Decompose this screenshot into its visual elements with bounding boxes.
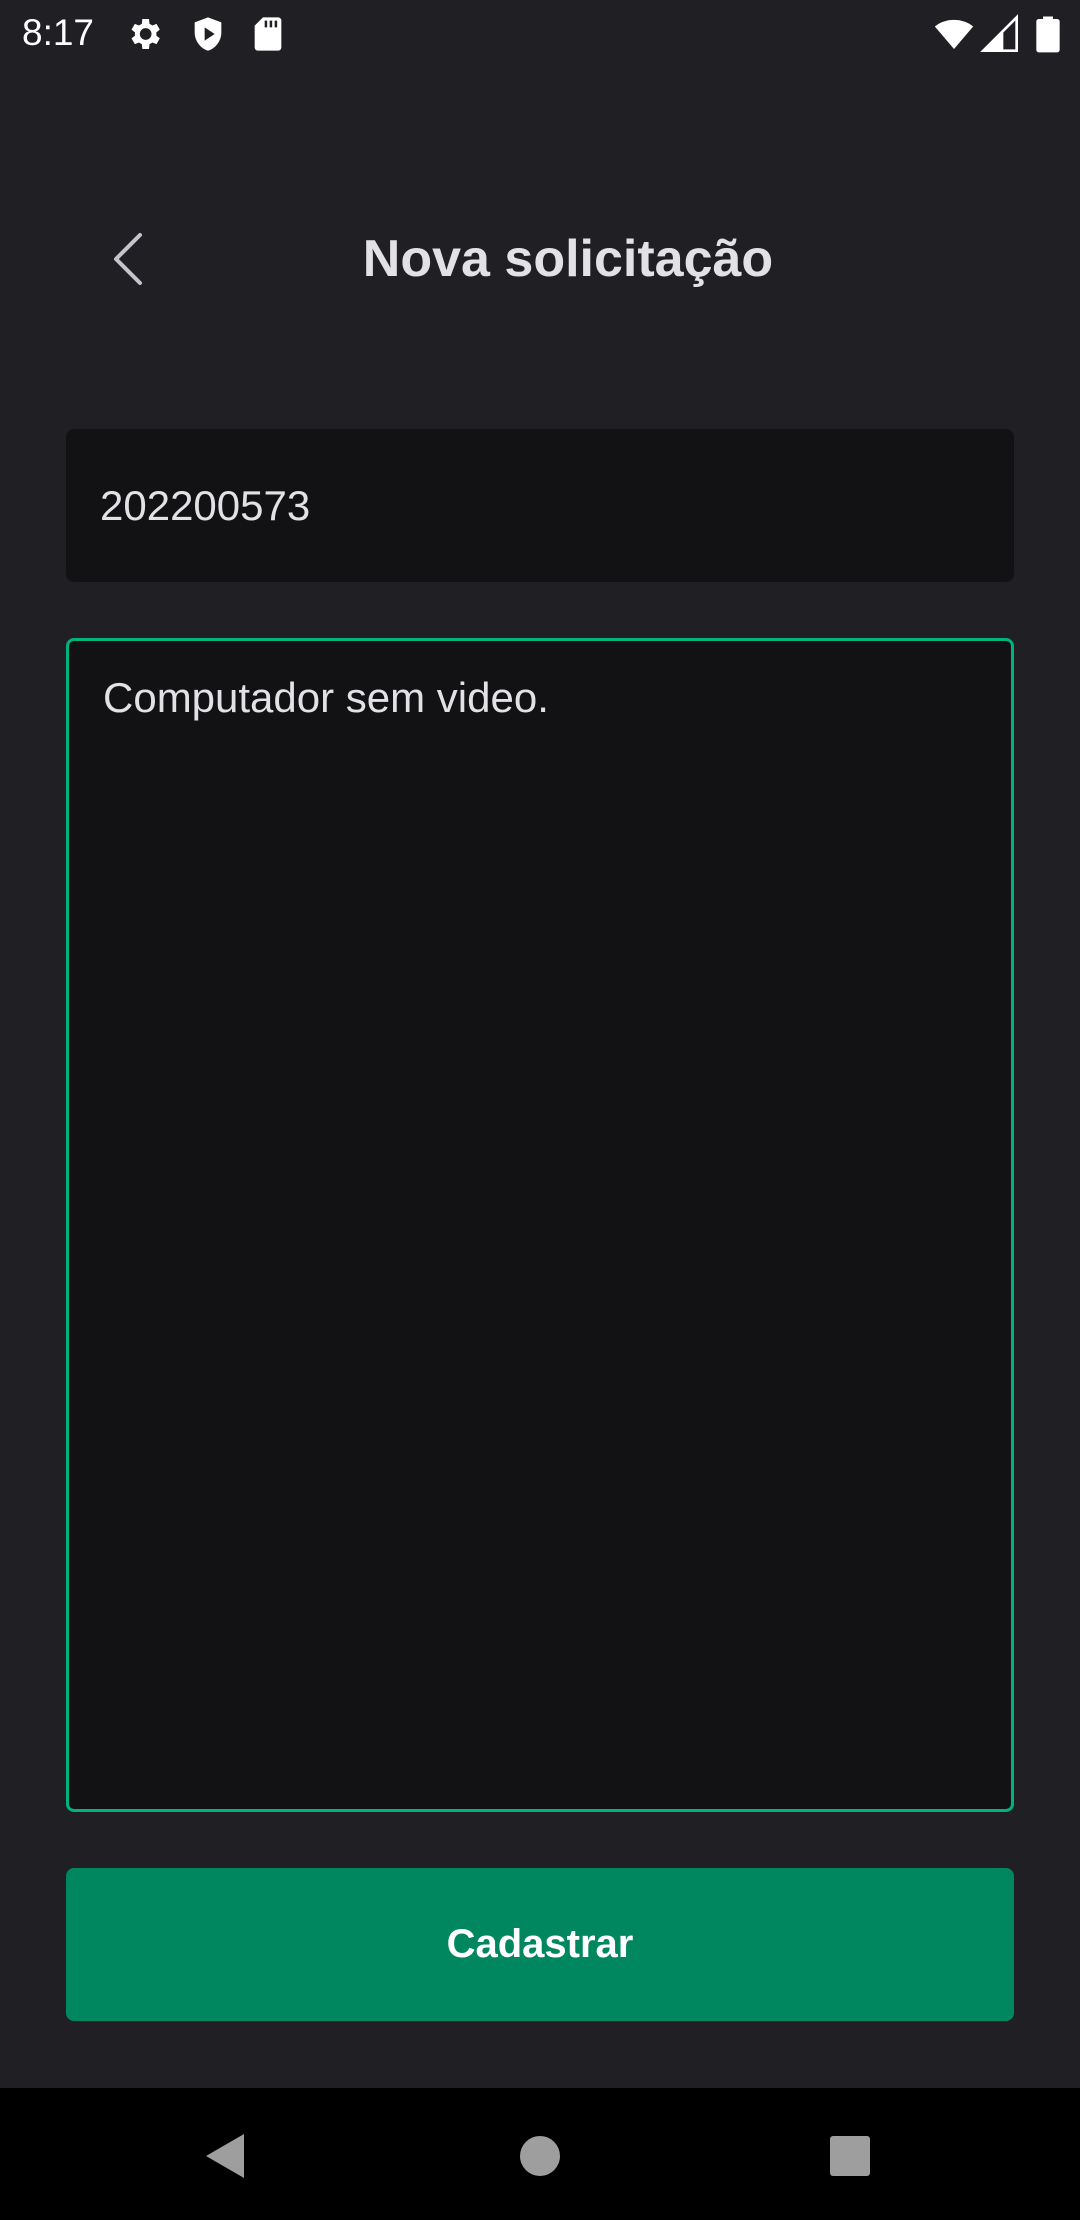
patrimony-input-value: 202200573: [100, 481, 311, 529]
wifi-icon: [934, 14, 974, 54]
submit-button[interactable]: Cadastrar: [66, 1868, 1014, 2021]
back-triangle-icon[interactable]: [198, 2128, 254, 2184]
submit-button-label: Cadastrar: [446, 1922, 634, 1966]
navigation-bar: [0, 2088, 1080, 2220]
screen: 8:17 Nova solicitação 202200573 Computad…: [0, 0, 1080, 2220]
settings-icon: [124, 14, 164, 54]
recents-square-icon[interactable]: [822, 2128, 878, 2184]
description-textarea[interactable]: Computador sem video.: [66, 638, 1014, 1812]
shield-play-icon: [188, 14, 228, 54]
status-time: 8:17: [22, 12, 95, 53]
status-bar: 8:17: [0, 0, 1080, 66]
description-textarea-value: Computador sem video.: [103, 674, 549, 721]
battery-icon: [1028, 14, 1068, 54]
home-circle-icon[interactable]: [512, 2128, 568, 2184]
sd-card-icon: [248, 14, 288, 54]
page-title: Nova solicitação: [362, 230, 774, 288]
signal-icon: [980, 14, 1020, 54]
patrimony-input[interactable]: 202200573: [66, 429, 1014, 582]
